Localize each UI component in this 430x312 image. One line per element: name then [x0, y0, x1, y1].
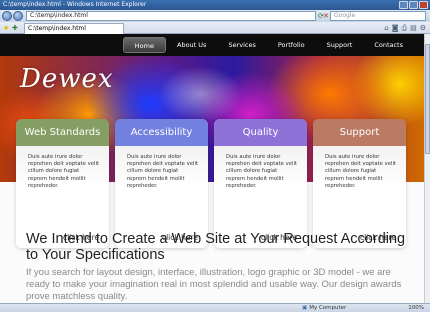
page-viewport: Home About Us Services Portfolio Support…: [0, 34, 424, 303]
site-nav: Home About Us Services Portfolio Support…: [0, 34, 424, 56]
scroll-thumb[interactable]: [425, 44, 430, 154]
home-icon[interactable]: ⌂: [384, 24, 388, 32]
feature-box: Quality Duis aute irure dolor reprehen d…: [214, 119, 307, 248]
security-zone: ▣ My Computer: [302, 304, 346, 312]
nav-contacts[interactable]: Contacts: [363, 37, 414, 53]
feature-box: Accessibility Duis aute irure dolor repr…: [115, 119, 208, 248]
zoom-level[interactable]: 100%: [408, 304, 424, 312]
nav-links: Home About Us Services Portfolio Support…: [122, 37, 414, 53]
tab-toolbar: ★ ✚ C:\temp\index.html ⌂ ◙ ⎙ ▤ ⚙: [0, 22, 430, 34]
print-icon[interactable]: ⎙: [401, 24, 407, 32]
nav-about-us[interactable]: About Us: [166, 37, 217, 53]
feature-box-title: Quality: [214, 119, 307, 146]
feature-boxes: Web Standards Duis aute irure dolor repr…: [16, 119, 406, 249]
intro-paragraph: If you search for layout design, interfa…: [26, 267, 402, 302]
nav-portfolio[interactable]: Portfolio: [267, 37, 316, 53]
feature-box: Web Standards Duis aute irure dolor repr…: [16, 119, 109, 248]
star-icon[interactable]: ★: [3, 24, 9, 32]
address-bar[interactable]: C:\temp\index.html: [26, 11, 316, 21]
vertical-scrollbar[interactable]: [424, 34, 430, 303]
page-headline: We Intend to Create a Web Site at Your R…: [26, 231, 406, 263]
minimize-button[interactable]: [399, 1, 408, 9]
search-input[interactable]: Google: [330, 11, 426, 21]
address-toolbar: C:\temp\index.html ⟳ ✕ Google: [0, 10, 430, 22]
zone-label: My Computer: [309, 305, 347, 311]
feature-box-title: Web Standards: [16, 119, 109, 146]
page-menu-icon[interactable]: ▤: [410, 24, 417, 32]
feature-box-title: Support: [313, 119, 406, 146]
window-title: C:\temp\index.html - Windows Internet Ex…: [3, 1, 147, 8]
window-controls: [399, 1, 428, 9]
close-button[interactable]: [419, 1, 428, 9]
feeds-icon[interactable]: ◙: [392, 24, 399, 32]
forward-arrow-icon[interactable]: [13, 11, 23, 21]
tools-menu-icon[interactable]: ⚙: [420, 24, 426, 32]
stop-icon[interactable]: ✕: [323, 12, 329, 20]
nav-services[interactable]: Services: [217, 37, 266, 53]
maximize-button[interactable]: [409, 1, 418, 9]
site-logo[interactable]: Dewex: [20, 64, 114, 94]
status-bar: ▣ My Computer 100%: [0, 303, 430, 312]
window-titlebar: C:\temp\index.html - Windows Internet Ex…: [0, 0, 430, 10]
feature-box: Support Duis aute irure dolor reprehen d…: [313, 119, 406, 248]
feature-box-title: Accessibility: [115, 119, 208, 146]
nav-support[interactable]: Support: [316, 37, 364, 53]
browser-tab[interactable]: C:\temp\index.html: [24, 23, 124, 34]
back-arrow-icon[interactable]: [2, 11, 12, 21]
add-favorite-icon[interactable]: ✚: [12, 24, 18, 32]
nav-home[interactable]: Home: [122, 37, 166, 53]
command-bar: ⌂ ◙ ⎙ ▤ ⚙: [384, 24, 426, 32]
computer-icon: ▣: [302, 305, 308, 311]
